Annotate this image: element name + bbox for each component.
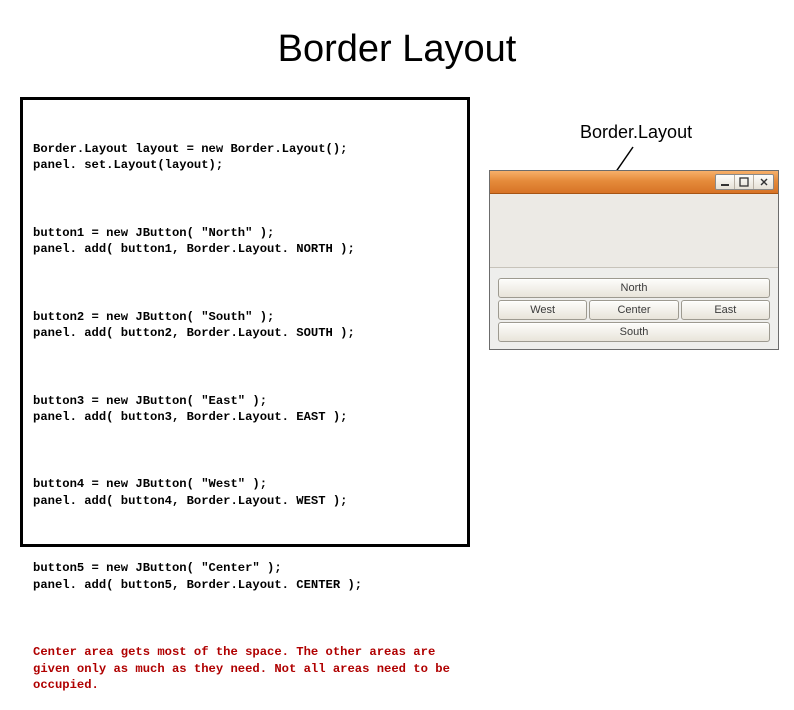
- window-controls: [715, 174, 774, 190]
- minimize-button[interactable]: [716, 175, 735, 189]
- east-button[interactable]: East: [681, 300, 770, 320]
- code-block-3: button2 = new JButton( "South" ); panel.…: [33, 309, 457, 342]
- borderlayout-grid: North West Center East South: [498, 278, 770, 341]
- code-block-6: button5 = new JButton( "Center" ); panel…: [33, 560, 457, 593]
- close-icon: [759, 177, 769, 187]
- maximize-icon: [739, 177, 749, 187]
- code-footnote: Center area gets most of the space. The …: [33, 644, 457, 693]
- window-titlebar: [490, 171, 778, 194]
- center-button[interactable]: Center: [589, 300, 678, 320]
- window-toolbar-area: [490, 194, 778, 268]
- north-button[interactable]: North: [498, 278, 770, 298]
- maximize-button[interactable]: [735, 175, 754, 189]
- slide-title: Border Layout: [0, 28, 794, 71]
- code-block-5: button4 = new JButton( "West" ); panel. …: [33, 476, 457, 509]
- west-button[interactable]: West: [498, 300, 587, 320]
- demo-window: North West Center East South: [489, 170, 779, 350]
- south-button[interactable]: South: [498, 322, 770, 342]
- code-block-2: button1 = new JButton( "North" ); panel.…: [33, 225, 457, 258]
- close-button[interactable]: [754, 175, 773, 189]
- code-block-1: Border.Layout layout = new Border.Layout…: [33, 141, 457, 174]
- code-panel: Border.Layout layout = new Border.Layout…: [20, 97, 470, 547]
- code-block-4: button3 = new JButton( "East" ); panel. …: [33, 393, 457, 426]
- window-content: North West Center East South: [490, 194, 778, 349]
- minimize-icon: [720, 177, 730, 187]
- annotation-label: Border.Layout: [580, 122, 692, 143]
